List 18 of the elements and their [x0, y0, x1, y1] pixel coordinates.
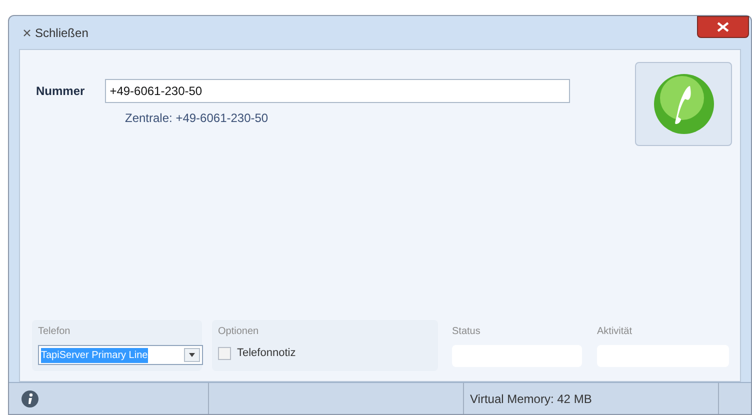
group-label: Optionen [218, 325, 260, 339]
group-label: Status [452, 325, 482, 339]
caret-icon [189, 353, 195, 357]
close-button[interactable] [697, 16, 749, 38]
dropdown-button[interactable] [184, 348, 200, 362]
checkbox-label: Telefonnotiz [237, 346, 296, 361]
phone-icon [652, 72, 716, 136]
window-title: Schließen [35, 24, 88, 42]
group-label: Telefon [38, 325, 72, 339]
memory-status: Virtual Memory: 42 MB [470, 390, 592, 408]
checkbox[interactable] [218, 346, 231, 360]
close-icon[interactable] [23, 28, 31, 36]
group-label: Aktivität [597, 325, 634, 339]
close-icon [717, 22, 729, 32]
central-number-text: Zentrale: +49-6061-230-50 [125, 110, 270, 127]
info-icon [21, 390, 39, 408]
number-field[interactable]: +49-6061-230-50 [104, 79, 570, 103]
number-label: Nummer [36, 83, 85, 100]
